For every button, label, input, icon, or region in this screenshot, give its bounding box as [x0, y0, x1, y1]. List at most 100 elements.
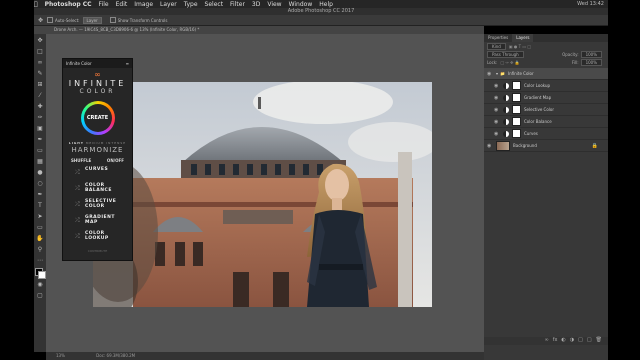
panel-menu-icon[interactable]: ≡ — [126, 59, 129, 68]
layer-row[interactable]: ◉ Color Lookup — [484, 80, 608, 92]
dodge-tool-icon[interactable]: ○ — [36, 180, 44, 188]
auto-select-dropdown[interactable]: Layer — [82, 16, 102, 24]
document-image[interactable] — [93, 82, 432, 307]
tab-properties[interactable]: Properties — [484, 34, 512, 42]
more-tools-icon[interactable]: ⋯ — [36, 257, 44, 265]
plugin-row-gradient-map[interactable]: ⤮ GRADIENT MAP — [63, 215, 132, 227]
color-swatches[interactable] — [35, 268, 46, 279]
lock-icons[interactable]: □ ✑ ✥ 🔒 — [500, 60, 519, 65]
layer-mask-thumbnail[interactable] — [512, 81, 521, 90]
gradient-tool-icon[interactable]: ▦ — [36, 158, 44, 166]
menu-help[interactable]: Help — [319, 1, 333, 8]
move-tool-icon[interactable]: ✥ — [38, 17, 43, 24]
menu-app-name[interactable]: Photoshop CC — [45, 1, 92, 8]
intensity-medium[interactable]: MEDIUM — [86, 141, 104, 145]
menu-image[interactable]: Image — [134, 1, 153, 8]
row-label[interactable]: GRADIENT MAP — [85, 215, 114, 225]
row-label[interactable]: COLOR BALANCE — [85, 183, 111, 193]
visibility-eye-icon[interactable]: ◉ — [494, 83, 499, 89]
layer-name[interactable]: Curves — [524, 131, 538, 136]
menu-file[interactable]: File — [99, 1, 109, 8]
path-select-tool-icon[interactable]: ➤ — [36, 213, 44, 221]
healing-tool-icon[interactable]: ✚ — [36, 103, 44, 111]
opacity-input[interactable]: 100% — [580, 50, 602, 58]
layer-row-background[interactable]: ◉ Background 🔒 — [484, 140, 608, 152]
filter-kind-dropdown[interactable]: Kind — [487, 42, 506, 50]
layer-name[interactable]: Infinite Color — [508, 71, 534, 76]
new-group-icon[interactable]: □ — [578, 337, 583, 345]
layer-mask-thumbnail[interactable] — [512, 129, 521, 138]
filter-icons[interactable]: ▣ ● T ▭ □ — [509, 44, 531, 49]
quick-mask-icon[interactable]: ◉ — [36, 281, 44, 289]
intensity-selector[interactable]: LIGHT MEDIUM INTENSE — [63, 141, 132, 145]
visibility-eye-icon[interactable]: ◉ — [494, 131, 499, 137]
background-color-swatch[interactable] — [38, 271, 46, 279]
marquee-tool-icon[interactable]: □ — [36, 48, 44, 56]
link-layers-icon[interactable]: ∞ — [545, 337, 549, 345]
eyedropper-tool-icon[interactable]: ⁄ — [36, 92, 44, 100]
stamp-tool-icon[interactable]: ▣ — [36, 125, 44, 133]
plugin-row-curves[interactable]: ⤮ CURVES — [63, 167, 132, 179]
new-layer-icon[interactable]: □ — [587, 337, 592, 345]
layer-name[interactable]: Color Balance — [524, 119, 552, 124]
menu-type[interactable]: Type — [184, 1, 198, 8]
shuffle-icon[interactable]: ⤮ — [75, 215, 85, 227]
row-label[interactable]: SELECTIVE COLOR — [85, 199, 116, 209]
layer-name[interactable]: Gradient Map — [524, 95, 551, 100]
create-button[interactable]: CREATE — [80, 101, 115, 135]
visibility-eye-icon[interactable]: ◉ — [494, 107, 499, 113]
shuffle-icon[interactable]: ⤮ — [75, 199, 85, 211]
lock-icon[interactable]: 🔒 — [592, 143, 598, 149]
show-transform-checkbox[interactable] — [109, 17, 116, 23]
menu-window[interactable]: Window — [289, 1, 313, 8]
plugin-row-color-lookup[interactable]: ⤮ COLOR LOOKUP — [63, 231, 132, 243]
plugin-footer[interactable]: CONTRIBUTE — [63, 249, 132, 253]
shuffle-icon[interactable]: ⤮ — [75, 183, 85, 195]
visibility-eye-icon[interactable]: ◉ — [494, 95, 499, 101]
shuffle-icon[interactable]: ⤮ — [75, 167, 85, 179]
auto-select-checkbox[interactable] — [47, 17, 54, 23]
menu-layer[interactable]: Layer — [160, 1, 177, 8]
quick-select-tool-icon[interactable]: ✎ — [36, 70, 44, 78]
fill-input[interactable]: 100% — [580, 58, 602, 66]
row-label[interactable]: CURVES — [85, 167, 108, 172]
layer-name[interactable]: Background — [513, 143, 537, 148]
layer-mask-thumbnail[interactable] — [512, 117, 521, 126]
type-tool-icon[interactable]: T — [36, 202, 44, 210]
zoom-tool-icon[interactable]: ⚲ — [36, 246, 44, 254]
fx-icon[interactable]: fx — [553, 337, 558, 345]
screen-mode-icon[interactable]: ▢ — [36, 292, 44, 300]
harmonize-button[interactable]: HARMONIZE — [63, 146, 132, 154]
menu-edit[interactable]: Edit — [116, 1, 128, 8]
trash-icon[interactable]: 🗑 — [596, 337, 602, 345]
menu-view[interactable]: View — [267, 1, 281, 8]
apple-icon[interactable]:  — [34, 1, 38, 8]
hand-tool-icon[interactable]: ✋ — [36, 235, 44, 243]
blend-mode-dropdown[interactable]: Pass Through — [487, 50, 524, 58]
move-tool-icon[interactable]: ✥ — [36, 37, 44, 45]
menu-select[interactable]: Select — [205, 1, 224, 8]
plugin-row-color-balance[interactable]: ⤮ COLOR BALANCE — [63, 183, 132, 195]
background-thumbnail[interactable] — [496, 140, 510, 151]
layer-row[interactable]: ◉ Selective Color — [484, 104, 608, 116]
layer-row[interactable]: ◉ Color Balance — [484, 116, 608, 128]
shuffle-icon[interactable]: ⤮ — [75, 231, 85, 243]
intensity-light[interactable]: LIGHT — [69, 141, 84, 145]
group-arrow-icon[interactable]: ▾ — [496, 71, 498, 76]
layer-row[interactable]: ◉ Gradient Map — [484, 92, 608, 104]
layer-row-group[interactable]: ◉ ▾ 📁 Infinite Color — [484, 68, 608, 80]
add-mask-icon[interactable]: ◐ — [561, 337, 565, 345]
adjustment-layer-icon[interactable]: ◑ — [570, 337, 574, 345]
layer-name[interactable]: Selective Color — [524, 107, 554, 112]
visibility-eye-icon[interactable]: ◉ — [487, 71, 492, 77]
eraser-tool-icon[interactable]: ▭ — [36, 147, 44, 155]
layer-mask-thumbnail[interactable] — [512, 93, 521, 102]
pen-tool-icon[interactable]: ✒ — [36, 191, 44, 199]
zoom-level[interactable]: 13% — [56, 353, 65, 358]
intensity-intense[interactable]: INTENSE — [106, 141, 126, 145]
menu-3d[interactable]: 3D — [252, 1, 260, 8]
document-tab[interactable]: Drone Arch. — 19IC4S_8CB_C3D8906-6 @ 13%… — [34, 26, 484, 34]
layer-name[interactable]: Color Lookup — [524, 83, 550, 88]
lasso-tool-icon[interactable]: ∞ — [36, 59, 44, 67]
plugin-row-selective-color[interactable]: ⤮ SELECTIVE COLOR — [63, 199, 132, 211]
